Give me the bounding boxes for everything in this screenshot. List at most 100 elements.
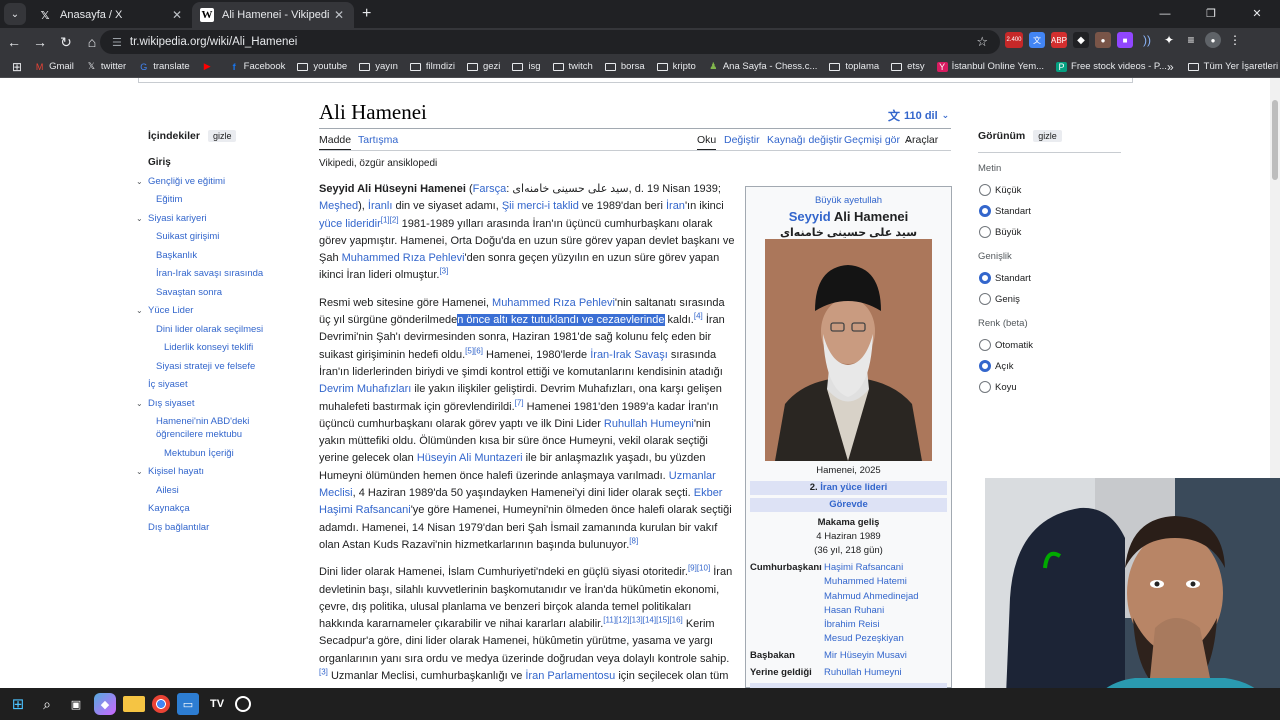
tab-search-button[interactable]: ⌄ — [4, 3, 26, 25]
bookmark-twitter[interactable]: 𝕏twitter — [86, 61, 126, 72]
task-view-icon[interactable]: ▣ — [65, 693, 87, 715]
cookie-extension-icon[interactable]: ● — [1095, 32, 1111, 48]
notification-extension-icon[interactable]: 2.400 — [1005, 32, 1023, 48]
chevron-down-icon[interactable]: ⌄ — [136, 175, 143, 188]
toc-item[interactable]: Siyasi strateji ve felsefe — [156, 360, 288, 373]
radio-button[interactable] — [979, 360, 991, 372]
chevron-down-icon[interactable]: ⌄ — [136, 304, 143, 317]
toc-item[interactable]: Kaynakça — [148, 502, 288, 515]
scrollbar-thumb[interactable] — [1272, 100, 1278, 180]
link-meshed[interactable]: Meşhed — [319, 200, 358, 212]
link-muntazeri[interactable]: Hüseyin Ali Muntazeri — [417, 452, 523, 464]
toc-item[interactable]: Dini lider olarak seçilmesi — [156, 323, 288, 336]
translate-extension-icon[interactable]: 文 — [1029, 32, 1045, 48]
president-link[interactable]: Muhammed Hatemi — [824, 575, 919, 589]
link-iran-irak[interactable]: İran-Irak Savaşı — [590, 349, 668, 361]
citation-link[interactable]: [8] — [629, 536, 638, 545]
bookmark-folder-twitch[interactable]: twitch — [552, 61, 593, 72]
bookmark-folder-yayin[interactable]: yayın — [359, 61, 398, 72]
tab-read[interactable]: Oku — [697, 134, 717, 151]
bookmark-folder-etsy[interactable]: etsy — [891, 61, 925, 72]
bookmark-yemeksepeti[interactable]: Y İstanbul Online Yem... — [936, 61, 1044, 72]
bookmark-folder-isg[interactable]: isg — [512, 61, 541, 72]
chevron-down-icon[interactable]: ⌄ — [136, 465, 143, 478]
appearance-hide-button[interactable]: gizle — [1033, 130, 1062, 142]
audio-extension-icon[interactable]: )) — [1139, 32, 1155, 48]
radio-button[interactable] — [979, 272, 991, 284]
tab-article[interactable]: Madde — [319, 134, 352, 151]
link-farsca[interactable]: Farsça — [473, 183, 507, 195]
file-explorer-icon[interactable] — [123, 696, 145, 712]
back-icon[interactable]: ← — [2, 34, 26, 50]
bookmark-folder-youtube[interactable]: youtube — [297, 61, 347, 72]
bookmark-pexels[interactable]: P Free stock videos - P... — [1056, 61, 1167, 72]
chrome-icon[interactable] — [152, 695, 170, 713]
bookmark-translate[interactable]: Gtranslate — [138, 61, 189, 72]
address-bar[interactable]: ☰ tr.wikipedia.org/wiki/Ali_Hamenei ☆ — [100, 30, 1000, 54]
toc-hide-button[interactable]: gizle — [207, 130, 237, 142]
radio-option[interactable]: Küçük — [978, 184, 1128, 196]
bookmark-youtube-video[interactable]: ▶ — [202, 61, 217, 72]
close-window-icon[interactable]: ✕ — [1234, 0, 1280, 28]
bookmark-folder-toplama[interactable]: toplama — [829, 61, 879, 72]
president-link[interactable]: Haşimi Rafsancani — [824, 561, 919, 575]
chevron-down-icon[interactable]: ⌄ — [136, 212, 143, 225]
link-seyyid[interactable]: Seyyid — [789, 209, 831, 224]
bookmark-folder-borsa[interactable]: borsa — [604, 61, 645, 72]
toc-item[interactable]: ⌄ Yüce Lider — [136, 304, 288, 317]
radio-button[interactable] — [979, 381, 991, 393]
menu-kebab-icon[interactable]: ⋮ — [1227, 32, 1243, 48]
toc-item[interactable]: Hamenei'nin ABD'deki öğrencilere mektubu — [156, 415, 288, 441]
link-pehlevi[interactable]: Muhammed Rıza Pehlevi — [342, 252, 465, 264]
diamond-extension-icon[interactable]: ◆ — [1073, 32, 1089, 48]
search-icon[interactable]: ⌕ — [36, 693, 58, 715]
radio-button[interactable] — [979, 205, 991, 217]
toc-item[interactable]: Başkanlık — [156, 249, 288, 262]
citation-link[interactable]: [3] — [439, 267, 448, 276]
media-control-icon[interactable]: ≡ — [1183, 32, 1199, 48]
toc-item[interactable]: ⌄ Siyasi kariyeri — [136, 212, 288, 225]
predecessor-link[interactable]: Ruhullah Humeyni — [824, 666, 902, 680]
restore-icon[interactable]: ❐ — [1188, 0, 1234, 28]
tab-edit[interactable]: Değiştir — [724, 134, 760, 146]
link-humeyni[interactable]: Ruhullah Humeyni — [604, 418, 694, 430]
site-info-icon[interactable]: ☰ — [112, 36, 122, 49]
citation-link[interactable]: [9][10] — [688, 564, 710, 573]
citation-link[interactable]: [4] — [694, 311, 703, 320]
citation-link[interactable]: [3] — [319, 667, 328, 676]
bookmark-star-icon[interactable]: ☆ — [976, 34, 988, 50]
toc-item[interactable]: Mektubun İçeriği — [164, 447, 288, 460]
citation-link[interactable]: [5][6] — [465, 346, 483, 355]
radio-option[interactable]: Büyük — [978, 226, 1128, 238]
toc-item[interactable]: Savaştan sonra — [156, 286, 288, 299]
radio-option[interactable]: Standart — [978, 205, 1128, 217]
bookmark-folder-filmdizi[interactable]: filmdizi — [409, 61, 455, 72]
radio-option[interactable]: Standart — [978, 272, 1128, 284]
radio-option[interactable]: Otomatik — [978, 339, 1128, 351]
language-button[interactable]: 文 110 dil ⌄ — [888, 107, 949, 124]
tab-wikipedia[interactable]: W Ali Hamenei - Vikipedi ✕ — [192, 2, 354, 28]
windows-start-icon[interactable]: ⊞ — [7, 693, 29, 715]
prime-minister-link[interactable]: Mir Hüseyin Musavi — [824, 649, 907, 663]
bookmarks-overflow-button[interactable]: » — [1167, 60, 1174, 74]
radio-option[interactable]: Koyu — [978, 381, 1128, 393]
reload-icon[interactable]: ↻ — [54, 34, 78, 51]
link-yuce-lider[interactable]: yüce lideridir — [319, 218, 381, 230]
selected-text[interactable]: n önce altı kez tutuklandı ve cezaevleri… — [457, 314, 665, 327]
toc-item[interactable]: ⌄ Gençliği ve eğitimi — [136, 175, 288, 188]
link-office[interactable]: İran yüce lideri — [820, 482, 887, 493]
adblock-extension-icon[interactable]: ABP — [1051, 32, 1067, 48]
toc-item[interactable]: İran-Irak savaşı sırasında — [156, 267, 288, 280]
radio-option[interactable]: Geniş — [978, 293, 1128, 305]
extensions-puzzle-icon[interactable]: ✦ — [1161, 32, 1177, 48]
toc-item[interactable]: Suikast girişimi — [156, 230, 288, 243]
new-tab-button[interactable]: + — [362, 5, 371, 23]
toc-item[interactable]: Giriş — [148, 156, 288, 169]
profile-avatar-icon[interactable]: ● — [1205, 32, 1221, 48]
citation-link[interactable]: [1][2] — [381, 215, 399, 224]
toc-item[interactable]: İç siyaset — [148, 378, 288, 391]
citation-link[interactable]: [11][12][13][14][15][16] — [603, 615, 682, 624]
president-link[interactable]: Mesud Pezeşkiyan — [824, 632, 919, 646]
toc-item[interactable]: Ailesi — [156, 484, 288, 497]
link-parlamento[interactable]: İran Parlamentosu — [525, 670, 615, 682]
